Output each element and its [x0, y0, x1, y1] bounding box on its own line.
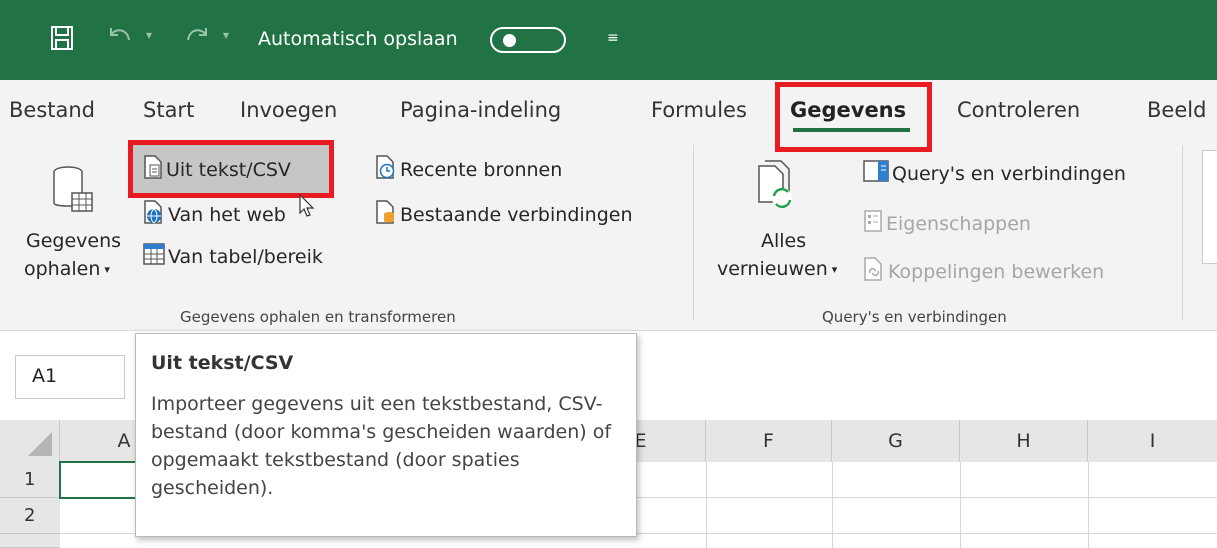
- group-get-transform-label: Gegevens ophalen en transformeren: [180, 308, 456, 326]
- gridline: [960, 462, 961, 548]
- column-header-h[interactable]: H: [960, 420, 1088, 462]
- queries-connections-label: Query's en verbindingen: [892, 162, 1126, 185]
- chevron-down-icon: ▾: [104, 262, 110, 276]
- redo-dropdown-icon[interactable]: ▾: [223, 28, 229, 42]
- column-header-f[interactable]: F: [706, 420, 832, 462]
- group-separator: [1182, 145, 1183, 320]
- refresh-all-button[interactable]: vernieuwen ▾: [717, 258, 837, 280]
- column-header-i[interactable]: I: [1088, 420, 1217, 462]
- from-text-highlight: [128, 140, 334, 198]
- edit-links-button[interactable]: Koppelingen bewerken: [863, 257, 1104, 286]
- web-file-icon: [143, 200, 165, 229]
- get-data-button[interactable]: ophalen ▾: [24, 258, 110, 280]
- customize-qat-icon[interactable]: ≡: [607, 30, 619, 46]
- name-box[interactable]: A1: [15, 355, 125, 399]
- get-data-label-1[interactable]: Gegevens: [26, 230, 121, 252]
- title-bar: ▾ ▾ Automatisch opslaan ≡: [0, 0, 1217, 80]
- gridline: [832, 462, 833, 548]
- tab-start[interactable]: Start: [143, 98, 194, 122]
- gridline: [1088, 462, 1089, 548]
- column-header-g[interactable]: G: [832, 420, 960, 462]
- from-table-button[interactable]: Van tabel/bereik: [143, 243, 323, 270]
- tab-pagina-indeling[interactable]: Pagina-indeling: [400, 98, 561, 122]
- tooltip-body: Importeer gegevens uit een tekstbestand,…: [151, 393, 612, 499]
- tab-bestand[interactable]: Bestand: [9, 98, 95, 122]
- recent-sources-button[interactable]: Recente bronnen: [375, 155, 562, 184]
- save-icon[interactable]: [50, 24, 74, 56]
- chevron-down-icon: ▾: [831, 262, 838, 276]
- gegevens-highlight: [775, 82, 932, 152]
- select-all-corner[interactable]: [0, 420, 60, 462]
- edit-links-label: Koppelingen bewerken: [888, 260, 1105, 283]
- database-icon: [50, 165, 96, 221]
- tab-formules[interactable]: Formules: [651, 98, 747, 122]
- get-data-label-2: ophalen: [24, 258, 101, 280]
- tooltip: Uit tekst/CSV Importeer gegevens uit een…: [135, 333, 637, 537]
- existing-connections-button[interactable]: Bestaande verbindingen: [375, 200, 633, 229]
- queries-pane-icon: [863, 160, 889, 187]
- tab-beeld[interactable]: Beeld: [1147, 98, 1206, 122]
- next-group-edge: [1202, 150, 1217, 264]
- refresh-icon: [755, 160, 801, 220]
- undo-icon[interactable]: [105, 22, 135, 54]
- group-separator: [693, 145, 694, 320]
- existing-connections-icon: [375, 200, 397, 229]
- tab-invoegen[interactable]: Invoegen: [240, 98, 337, 122]
- redo-icon[interactable]: [182, 22, 212, 54]
- edit-links-icon: [863, 257, 885, 286]
- gridline: [706, 462, 707, 548]
- cursor-icon: [297, 193, 315, 223]
- row-header-3[interactable]: [0, 534, 60, 548]
- from-web-label: Van het web: [168, 203, 286, 226]
- existing-connections-label: Bestaande verbindingen: [400, 203, 633, 226]
- autosave-toggle[interactable]: [490, 27, 566, 53]
- tab-controleren[interactable]: Controleren: [957, 98, 1080, 122]
- autosave-label: Automatisch opslaan: [258, 28, 458, 50]
- properties-button[interactable]: Eigenschappen: [863, 210, 1031, 237]
- refresh-all-label-2: vernieuwen: [717, 258, 828, 280]
- toggle-knob: [503, 34, 516, 47]
- queries-connections-button[interactable]: Query's en verbindingen: [863, 160, 1126, 187]
- group-queries-label: Query's en verbindingen: [822, 308, 1007, 326]
- from-web-button[interactable]: Van het web: [143, 200, 286, 229]
- undo-dropdown-icon[interactable]: ▾: [146, 28, 152, 42]
- row-header-1[interactable]: 1: [0, 462, 60, 498]
- table-icon: [143, 243, 165, 270]
- tooltip-title: Uit tekst/CSV: [151, 352, 294, 374]
- row-header-2[interactable]: 2: [0, 498, 60, 534]
- refresh-all-label-1[interactable]: Alles: [761, 230, 806, 252]
- recent-sources-label: Recente bronnen: [400, 158, 563, 181]
- from-table-label: Van tabel/bereik: [168, 245, 323, 268]
- properties-icon: [863, 210, 883, 237]
- properties-label: Eigenschappen: [886, 212, 1031, 235]
- recent-sources-icon: [375, 155, 397, 184]
